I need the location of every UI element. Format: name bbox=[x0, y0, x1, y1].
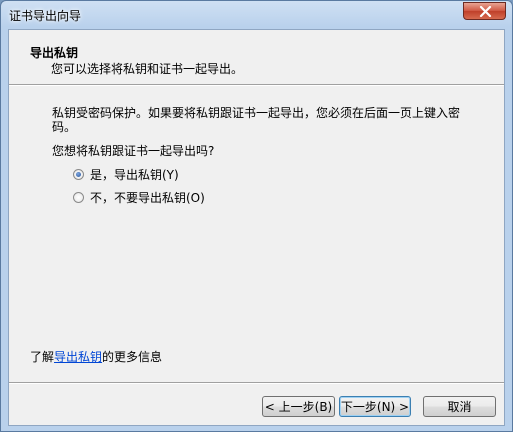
radio-export-no[interactable]: 不，不要导出私钥(O) bbox=[73, 189, 205, 205]
radio-label-no: 不，不要导出私钥(O) bbox=[90, 190, 205, 205]
learn-more-suffix: 的更多信息 bbox=[102, 350, 163, 364]
question-text: 您想将私钥跟证书一起导出吗? bbox=[52, 144, 215, 158]
close-button[interactable] bbox=[463, 2, 506, 20]
radio-button-checked[interactable] bbox=[73, 168, 84, 180]
page-subtitle: 您可以选择将私钥和证书一起导出。 bbox=[51, 62, 244, 76]
wizard-client-area: 导出私钥 您可以选择将私钥和证书一起导出。 私钥受密码保护。如果要将私钥跟证书一… bbox=[8, 29, 505, 426]
next-button[interactable]: 下一步(N) > bbox=[339, 396, 411, 417]
radio-button-unchecked[interactable] bbox=[73, 191, 84, 203]
footer-divider bbox=[9, 382, 504, 384]
title-bar[interactable]: 证书导出向导 bbox=[1, 1, 512, 29]
header-divider bbox=[9, 84, 504, 86]
back-button[interactable]: < 上一步(B) bbox=[262, 396, 335, 417]
radio-label-yes: 是，导出私钥(Y) bbox=[90, 167, 179, 182]
learn-more-text: 了解导出私钥的更多信息 bbox=[30, 348, 162, 365]
wizard-window: 证书导出向导 导出私钥 您可以选择将私钥和证书一起导出。 私钥受密码保护。如果要… bbox=[0, 0, 513, 432]
window-title: 证书导出向导 bbox=[9, 9, 82, 23]
page-title: 导出私钥 bbox=[30, 46, 79, 60]
wizard-header: 导出私钥 您可以选择将私钥和证书一起导出。 bbox=[9, 30, 504, 85]
learn-more-link[interactable]: 导出私钥 bbox=[54, 350, 102, 364]
close-icon bbox=[479, 6, 492, 17]
learn-more-prefix: 了解 bbox=[30, 350, 55, 364]
description-text: 私钥受密码保护。如果要将私钥跟证书一起导出，您必须在后面一页上键入密码。 bbox=[52, 106, 461, 134]
cancel-button[interactable]: 取消 bbox=[423, 396, 496, 417]
radio-export-yes[interactable]: 是，导出私钥(Y) bbox=[73, 166, 179, 182]
